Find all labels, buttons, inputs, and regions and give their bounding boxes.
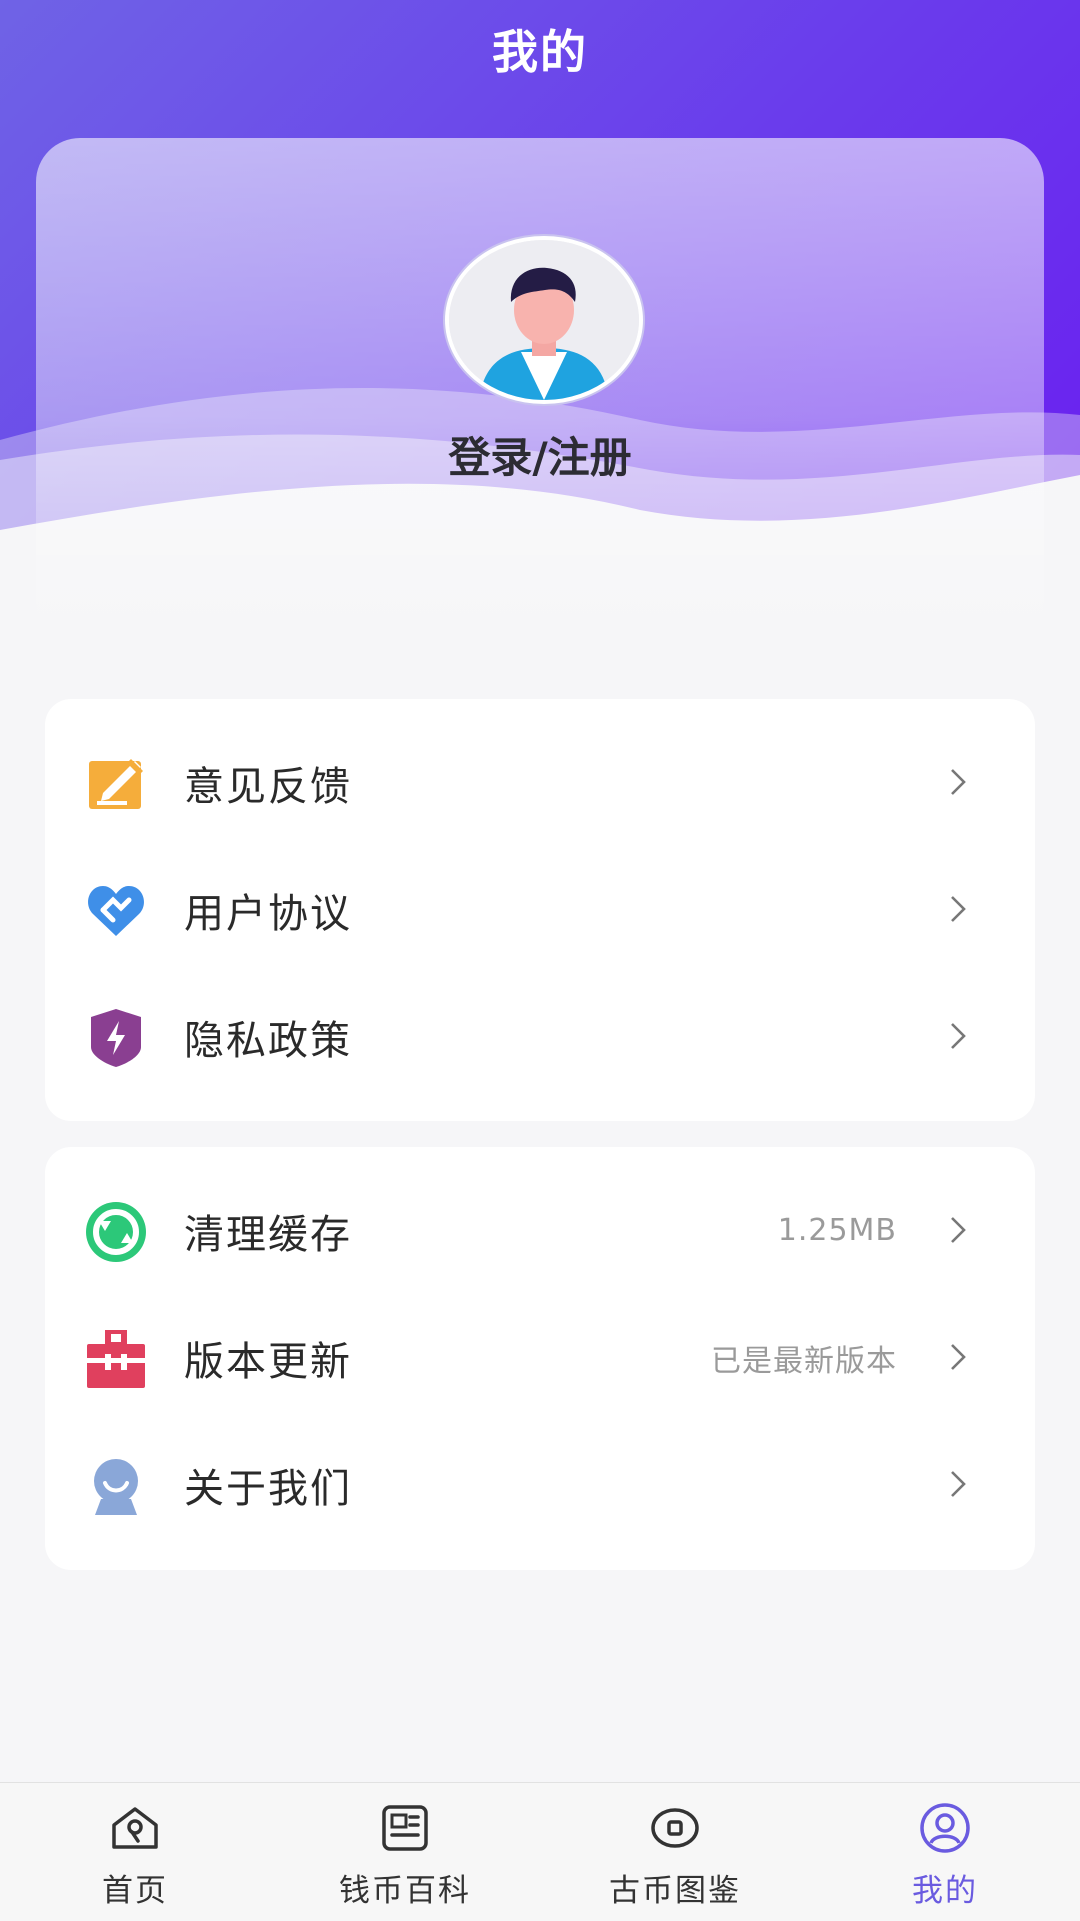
menu-label: 版本更新 [184, 1338, 352, 1385]
chevron-right-icon [951, 896, 966, 922]
menu-label: 清理缓存 [184, 1211, 352, 1258]
tab-home[interactable]: 首页 [0, 1783, 270, 1921]
menu-item-user-agreement[interactable]: 用户协议 [45, 846, 1035, 973]
menu-group-system: 清理缓存 1.25MB 版本更新 已是最新版本 关于我们 [45, 1147, 1035, 1570]
menu-label: 意见反馈 [184, 763, 352, 810]
agreement-heart-icon [88, 886, 144, 936]
chevron-right-icon [951, 1344, 966, 1370]
version-update-icon [87, 1330, 145, 1388]
coin-catalog-icon [651, 1808, 699, 1848]
tab-label: 古币图鉴 [609, 1873, 741, 1909]
login-register-button[interactable]: 登录/注册 [0, 424, 1080, 485]
page-title: 我的 [492, 25, 588, 79]
chevron-right-icon [951, 1023, 966, 1049]
tab-label: 首页 [102, 1873, 168, 1909]
menu-item-clear-cache[interactable]: 清理缓存 1.25MB [45, 1167, 1035, 1294]
menu-label: 隐私政策 [184, 1017, 352, 1064]
privacy-shield-icon [91, 1009, 141, 1067]
version-status-value: 已是最新版本 [711, 1343, 897, 1379]
tab-profile[interactable]: 我的 [810, 1783, 1080, 1921]
menu-item-version-update[interactable]: 版本更新 已是最新版本 [45, 1294, 1035, 1421]
encyclopedia-icon [382, 1805, 428, 1851]
chevron-right-icon [951, 769, 966, 795]
tab-label: 钱币百科 [339, 1873, 471, 1909]
clear-cache-icon [86, 1202, 146, 1262]
home-icon [112, 1807, 158, 1849]
tab-label: 我的 [912, 1873, 978, 1909]
cache-size-value: 1.25MB [777, 1213, 897, 1248]
menu-group-general: 意见反馈 用户协议 隐私政策 [45, 699, 1035, 1121]
profile-icon [920, 1803, 970, 1853]
menu-item-about-us[interactable]: 关于我们 [45, 1421, 1035, 1548]
tab-coin-catalog[interactable]: 古币图鉴 [540, 1783, 810, 1921]
menu-label: 用户协议 [184, 890, 352, 937]
chevron-right-icon [951, 1217, 966, 1243]
user-avatar-icon [449, 240, 639, 400]
bottom-tab-bar: 首页 钱币百科 古币图鉴 我的 [0, 1782, 1080, 1921]
menu-item-feedback[interactable]: 意见反馈 [45, 719, 1035, 846]
chevron-right-icon [951, 1471, 966, 1497]
feedback-edit-icon [89, 759, 143, 809]
menu-label: 关于我们 [184, 1465, 352, 1512]
tab-encyclopedia[interactable]: 钱币百科 [270, 1783, 540, 1921]
avatar[interactable] [445, 236, 643, 404]
menu-item-privacy-policy[interactable]: 隐私政策 [45, 973, 1035, 1100]
about-us-icon [94, 1459, 138, 1515]
